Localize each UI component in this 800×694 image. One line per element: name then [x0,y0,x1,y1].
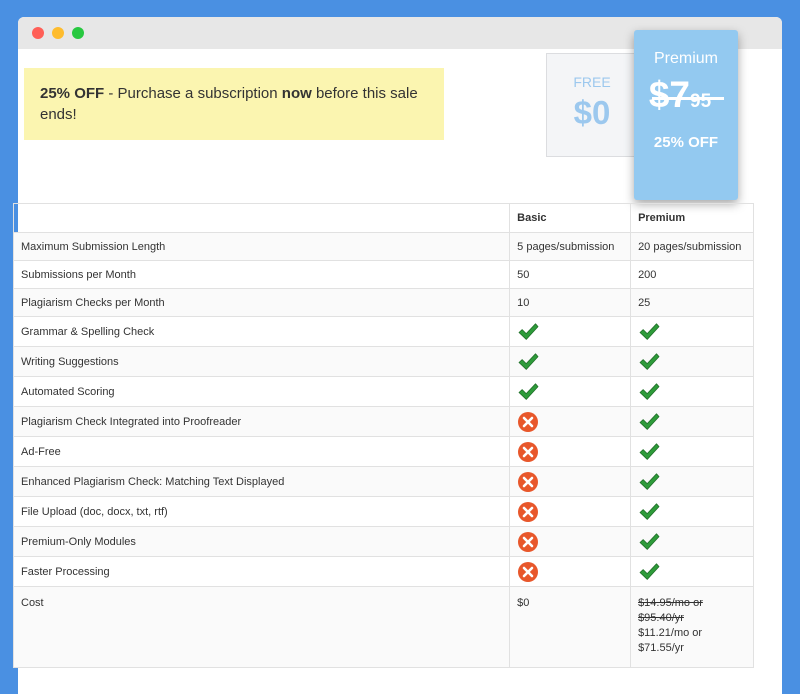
table-header-row: Basic Premium [12,203,754,233]
table-row: Faster Processing [12,556,754,587]
feature-name: Faster Processing [12,556,511,587]
x-icon [517,411,539,433]
feature-comparison-table: Basic Premium Maximum Submission Length 5… [12,203,754,668]
x-icon [517,531,539,553]
premium-new-monthly: $11.21/mo or [638,627,703,639]
table-row: File Upload (doc, docx, txt, rtf) [12,496,754,527]
x-icon [517,441,539,463]
basic-cell [509,406,632,437]
check-icon [638,381,660,403]
premium-cell [630,466,754,497]
premium-cost: $14.95/mo or $95.40/yr $11.21/mo or $71.55/… [630,586,754,668]
check-icon [638,351,660,373]
basic-cell [509,496,632,527]
check-icon [517,321,539,343]
sale-text: - Purchase a subscription [104,85,282,102]
close-window-button[interactable] [32,27,44,39]
table-row: Automated Scoring [12,376,754,407]
table-row: Ad-Free [12,436,754,467]
minimize-window-button[interactable] [52,27,64,39]
premium-old-monthly: $14.95/mo or [638,597,703,609]
header-feature [12,203,511,233]
feature-name: Premium-Only Modules [12,526,511,557]
premium-discount: 25% OFF [653,134,719,151]
basic-value: 10 [509,288,632,317]
check-icon [517,351,539,373]
check-icon [638,531,660,553]
premium-cell [630,406,754,437]
table-row-cost: Cost $0 $14.95/mo or $95.40/yr $11.21/mo or $… [12,586,754,668]
feature-name: Grammar & Spelling Check [12,316,511,347]
feature-name: Writing Suggestions [12,346,511,377]
table-row: Enhanced Plagiarism Check: Matching Text… [12,466,754,497]
premium-cell [630,436,754,467]
premium-value: 25 [630,288,754,317]
premium-plan-card[interactable]: Premium $795 25% OFF [634,30,738,200]
basic-cell [509,346,632,377]
premium-cell [630,496,754,527]
sale-percent: 25% OFF [40,85,105,102]
price-strikethrough [652,97,724,100]
feature-name: Ad-Free [12,436,511,467]
table-row: Plagiarism Checks per Month 10 25 [12,288,754,317]
feature-name: Plagiarism Checks per Month [12,288,511,317]
basic-cell [509,316,632,347]
header-basic: Basic [509,203,632,233]
basic-cell [509,556,632,587]
check-icon [638,471,660,493]
check-icon [638,321,660,343]
premium-plan-name: Premium [653,50,718,67]
table-row: Writing Suggestions [12,346,754,377]
feature-name: Enhanced Plagiarism Check: Matching Text… [12,466,511,497]
free-plan-name: FREE [573,74,611,90]
check-icon [638,561,660,583]
basic-cell [509,376,632,407]
premium-new-yearly: $71.55/yr [638,642,684,654]
check-icon [517,381,539,403]
basic-cell [509,466,632,497]
premium-plan-price: $795 [634,74,738,118]
sale-banner: 25% OFF - Purchase a subscription now be… [24,68,444,140]
premium-old-yearly: $95.40/yr [638,612,684,624]
table-row: Submissions per Month 50 200 [12,260,754,289]
basic-value: 50 [509,260,632,289]
feature-name: Maximum Submission Length [12,232,511,261]
basic-cell [509,526,632,557]
table-row: Maximum Submission Length 5 pages/submiss… [12,232,754,261]
sale-emphasis: now [281,85,312,102]
check-icon [638,501,660,523]
premium-cell [630,556,754,587]
premium-cell [630,376,754,407]
x-icon [517,471,539,493]
premium-value: 200 [630,260,754,289]
premium-price-dollars: $7 [648,74,690,115]
feature-name: File Upload (doc, docx, txt, rtf) [12,496,511,527]
free-plan-price: $0 [573,94,611,131]
basic-cost: $0 [509,586,632,668]
premium-cell [630,526,754,557]
free-plan-card[interactable]: FREE $0 [546,53,638,157]
table-row: Grammar & Spelling Check [12,316,754,347]
check-icon [638,411,660,433]
premium-price-cents: 95 [690,91,712,112]
premium-cell [630,346,754,377]
premium-cell [630,316,754,347]
feature-name: Plagiarism Check Integrated into Proofre… [12,406,511,437]
table-row: Plagiarism Check Integrated into Proofre… [12,406,754,437]
header-premium: Premium [630,203,754,233]
basic-cell [509,436,632,467]
feature-name: Submissions per Month [12,260,511,289]
table-row: Premium-Only Modules [12,526,754,557]
feature-name: Automated Scoring [12,376,511,407]
x-icon [517,561,539,583]
premium-value: 20 pages/submission [630,232,754,261]
check-icon [638,441,660,463]
feature-name: Cost [12,586,511,668]
maximize-window-button[interactable] [72,27,84,39]
basic-value: 5 pages/submission [509,232,632,261]
x-icon [517,501,539,523]
